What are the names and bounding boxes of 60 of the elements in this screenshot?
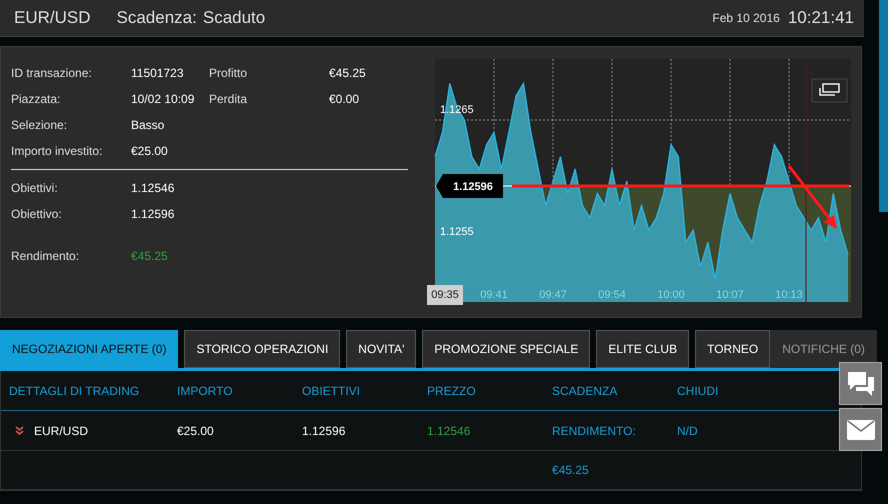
column-header: SCADENZA	[552, 384, 618, 398]
date-text: Feb 10 2016	[712, 11, 780, 25]
expiry-status: Scaduto	[202, 8, 266, 28]
tab[interactable]: NEGOZIAZIONI APERTE (0)	[0, 330, 178, 368]
field-label: Obiettivo:	[11, 206, 63, 222]
table-cell-text: RENDIMENTO:	[552, 424, 637, 438]
field-value: €45.25	[329, 65, 367, 81]
expiry-label: Scadenza:	[116, 8, 197, 28]
column-header: IMPORTO	[177, 384, 234, 398]
tab[interactable]: NOVITA'	[346, 330, 416, 368]
field-label: Selezione:	[11, 117, 68, 133]
tab[interactable]: PROMOZIONE SPECIALE	[422, 330, 590, 368]
column-header: CHIUDI	[677, 384, 720, 398]
axis-label: 10:13	[775, 289, 803, 301]
field-value: 10/02 10:09	[131, 91, 196, 107]
axis-label: 09:54	[598, 289, 626, 301]
table-cell-text: 1.12596	[302, 424, 346, 438]
field-label: Profitto	[209, 65, 248, 81]
field-label: Importo investito:	[11, 143, 104, 159]
column-header: PREZZO	[427, 384, 477, 398]
field-label: ID transazione:	[11, 65, 93, 81]
window-button[interactable]	[812, 78, 848, 102]
price-tag	[436, 174, 503, 198]
windows-icon	[819, 83, 840, 96]
field-label: Rendimento:	[11, 248, 80, 264]
field-value: €25.00	[131, 143, 169, 159]
return-value: €45.25	[131, 248, 169, 264]
chat-button[interactable]	[839, 362, 882, 405]
asset-title: EUR/USD	[14, 8, 91, 28]
current-time: 09:35	[427, 285, 463, 305]
field-value: 1.12596	[131, 206, 176, 222]
axis-label: 09:47	[539, 289, 567, 301]
field-label: Obiettivi:	[11, 180, 59, 196]
field-label: Perdita	[209, 91, 248, 107]
table-cell-text: €25.00	[177, 424, 215, 438]
price-tag-label: 1.12596	[453, 181, 493, 193]
tab[interactable]: TORNEO	[695, 330, 770, 368]
axis-label: 10:00	[657, 289, 685, 301]
trend-arrow	[788, 165, 837, 229]
table-cell-text: N/D	[677, 424, 699, 438]
field-value: 11501723	[131, 65, 184, 81]
field-value: 1.12546	[131, 180, 176, 196]
column-header: DETTAGLI DI TRADING	[9, 384, 140, 398]
column-header: OBIETTIVI	[302, 384, 362, 398]
tab[interactable]: ELITE CLUB	[596, 330, 690, 368]
mail-button[interactable]	[839, 408, 882, 451]
field-value: €0.00	[329, 91, 360, 107]
scrollbar-thumb[interactable]	[879, 0, 888, 212]
table-cell-text: €45.25	[552, 463, 590, 477]
envelope-icon	[846, 418, 876, 440]
axis-label: 10:07	[716, 289, 744, 301]
tab[interactable]: STORICO OPERAZIONI	[184, 330, 340, 368]
chat-bubbles-icon	[846, 370, 876, 398]
field-value: Basso	[131, 117, 166, 133]
table-cell-text: 1.12546	[427, 424, 472, 438]
clock-time: 10:21:41	[788, 8, 854, 28]
axis-label: 1.1255	[440, 226, 474, 238]
table-cell: EUR/USD	[34, 424, 88, 438]
axis-label: 09:41	[480, 289, 508, 301]
field-label: Piazzata:	[11, 91, 62, 107]
